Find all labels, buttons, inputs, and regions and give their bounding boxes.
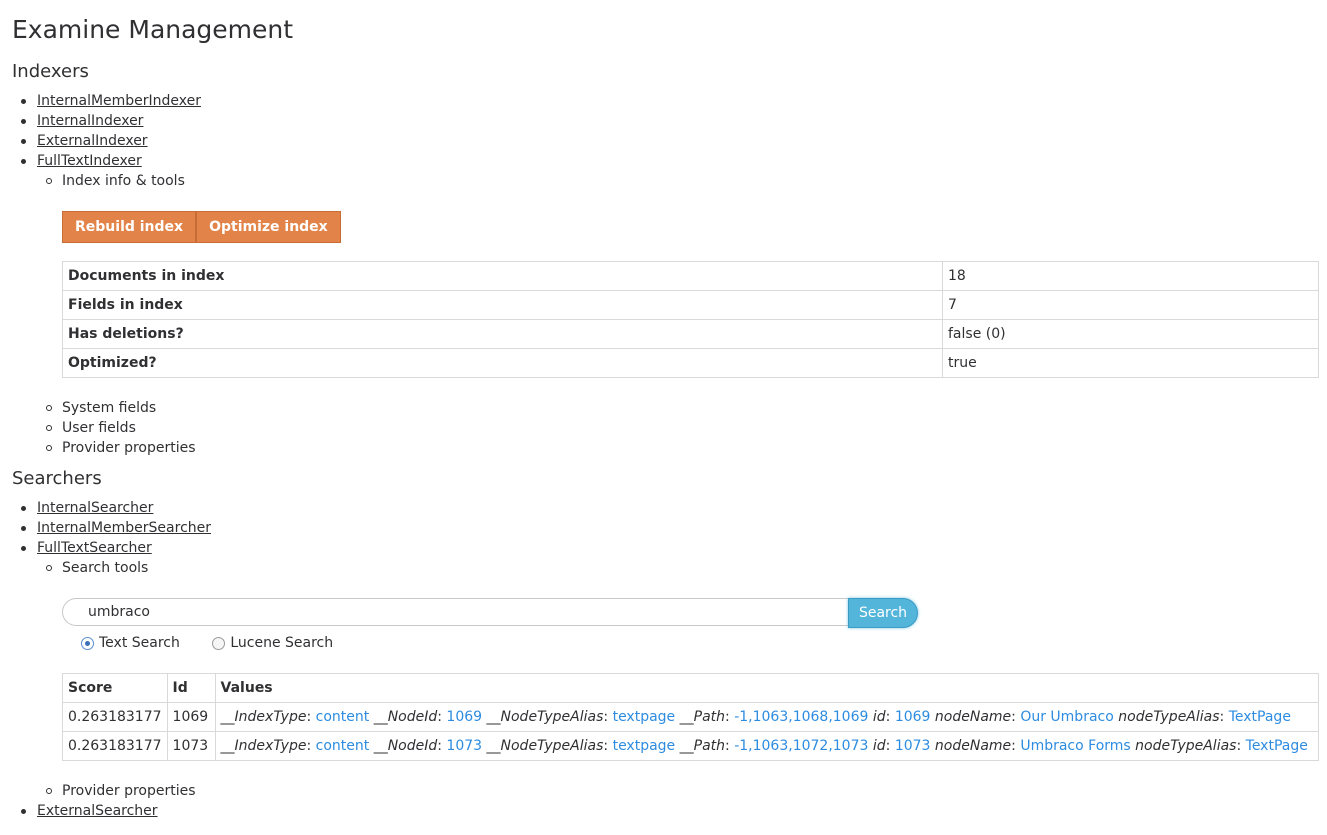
- search-button[interactable]: Search: [848, 598, 918, 628]
- result-values: __IndexType: content __NodeId: 1069 __No…: [214, 702, 1320, 732]
- col-score: Score: [62, 673, 168, 703]
- radio-text-search[interactable]: Text Search: [81, 633, 180, 653]
- info-value: 18: [942, 261, 1319, 291]
- page-title: Examine Management: [12, 15, 294, 44]
- list-item[interactable]: Index info & tools: [12, 171, 185, 191]
- table-row: Fields in index 7: [62, 290, 1319, 320]
- indexer-link-internal[interactable]: InternalIndexer: [37, 113, 143, 129]
- value-link[interactable]: 1069: [895, 709, 931, 725]
- value-link[interactable]: -1,1063,1072,1073: [734, 738, 868, 754]
- index-info-table: Documents in index 18 Fields in index 7 Ha…: [62, 261, 1319, 378]
- list-item[interactable]: User fields: [12, 418, 136, 438]
- result-score: 0.263183177: [62, 702, 168, 732]
- table-row: Documents in index 18: [62, 261, 1319, 291]
- search-tools-toggle[interactable]: Search tools: [62, 560, 148, 576]
- radio-lucene-search[interactable]: Lucene Search: [212, 633, 333, 653]
- provider-properties-toggle[interactable]: Provider properties: [62, 783, 196, 799]
- search-bar: Search: [62, 598, 918, 628]
- radio-label: Text Search: [99, 635, 180, 651]
- value-link[interactable]: TextPage: [1246, 738, 1308, 754]
- indexers-heading: Indexers: [12, 61, 89, 82]
- radio-unchecked-icon: [212, 636, 226, 650]
- indexer-link-internalmember[interactable]: InternalMemberIndexer: [37, 93, 201, 109]
- searchers-heading: Searchers: [12, 468, 102, 489]
- list-item: InternalMemberIndexer: [12, 91, 201, 111]
- table-row: 0.263183177 1069 __IndexType: content __…: [62, 702, 1320, 732]
- result-values: __IndexType: content __NodeId: 1073 __No…: [214, 731, 1320, 761]
- searcher-link-internal[interactable]: InternalSearcher: [37, 500, 153, 516]
- value-link[interactable]: -1,1063,1068,1069: [734, 709, 868, 725]
- info-label: Fields in index: [62, 290, 943, 320]
- value-link[interactable]: 1069: [446, 709, 482, 725]
- index-info-tools-toggle[interactable]: Index info & tools: [62, 173, 185, 189]
- info-value: 7: [942, 290, 1319, 320]
- info-label: Documents in index: [62, 261, 943, 291]
- table-header-row: Score Id Values: [62, 673, 1320, 703]
- list-item[interactable]: System fields: [12, 398, 156, 418]
- search-input[interactable]: [62, 598, 849, 626]
- list-item: InternalSearcher: [12, 498, 153, 518]
- value-link[interactable]: TextPage: [1229, 709, 1291, 725]
- search-type-radios: Text Search Lucene Search: [81, 633, 361, 653]
- result-id: 1073: [166, 731, 216, 761]
- indexer-link-fulltext[interactable]: FullTextIndexer: [37, 153, 142, 169]
- rebuild-index-button[interactable]: Rebuild index: [62, 211, 197, 243]
- table-row: Optimized? true: [62, 348, 1319, 378]
- list-item[interactable]: Provider properties: [12, 438, 196, 458]
- radio-checked-icon: [81, 636, 94, 650]
- value-link[interactable]: 1073: [446, 738, 482, 754]
- value-link[interactable]: textpage: [613, 738, 676, 754]
- value-link[interactable]: Our Umbraco: [1020, 709, 1113, 725]
- info-value: true: [942, 348, 1319, 378]
- col-id: Id: [166, 673, 216, 703]
- result-score: 0.263183177: [62, 731, 168, 761]
- value-link[interactable]: Umbraco Forms: [1020, 738, 1130, 754]
- value-link[interactable]: textpage: [613, 709, 676, 725]
- value-link[interactable]: 1073: [895, 738, 931, 754]
- list-item[interactable]: Search tools: [12, 558, 148, 578]
- list-item: FullTextSearcher: [12, 538, 152, 558]
- value-link[interactable]: content: [316, 738, 370, 754]
- list-item: ExternalSearcher: [12, 801, 158, 821]
- searcher-link-fulltext[interactable]: FullTextSearcher: [37, 540, 152, 556]
- optimize-index-button[interactable]: Optimize index: [196, 211, 341, 243]
- search-results-table: Score Id Values 0.263183177 1069 __Index…: [62, 673, 1320, 761]
- list-item: ExternalIndexer: [12, 131, 148, 151]
- list-item: FullTextIndexer: [12, 151, 142, 171]
- user-fields-toggle[interactable]: User fields: [62, 420, 136, 436]
- info-label: Optimized?: [62, 348, 943, 378]
- value-link[interactable]: content: [316, 709, 370, 725]
- info-label: Has deletions?: [62, 319, 943, 349]
- result-id: 1069: [166, 702, 216, 732]
- table-row: Has deletions? false (0): [62, 319, 1319, 349]
- table-row: 0.263183177 1073 __IndexType: content __…: [62, 731, 1320, 761]
- provider-properties-toggle[interactable]: Provider properties: [62, 440, 196, 456]
- indexer-link-external[interactable]: ExternalIndexer: [37, 133, 148, 149]
- searcher-link-internalmember[interactable]: InternalMemberSearcher: [37, 520, 211, 536]
- index-actions: Rebuild index Optimize index: [62, 211, 341, 243]
- list-item: InternalMemberSearcher: [12, 518, 211, 538]
- list-item[interactable]: Provider properties: [12, 781, 196, 801]
- col-values: Values: [214, 673, 1320, 703]
- system-fields-toggle[interactable]: System fields: [62, 400, 156, 416]
- radio-label: Lucene Search: [230, 635, 334, 651]
- info-value: false (0): [942, 319, 1319, 349]
- list-item: InternalIndexer: [12, 111, 143, 131]
- searcher-link-external[interactable]: ExternalSearcher: [37, 803, 158, 819]
